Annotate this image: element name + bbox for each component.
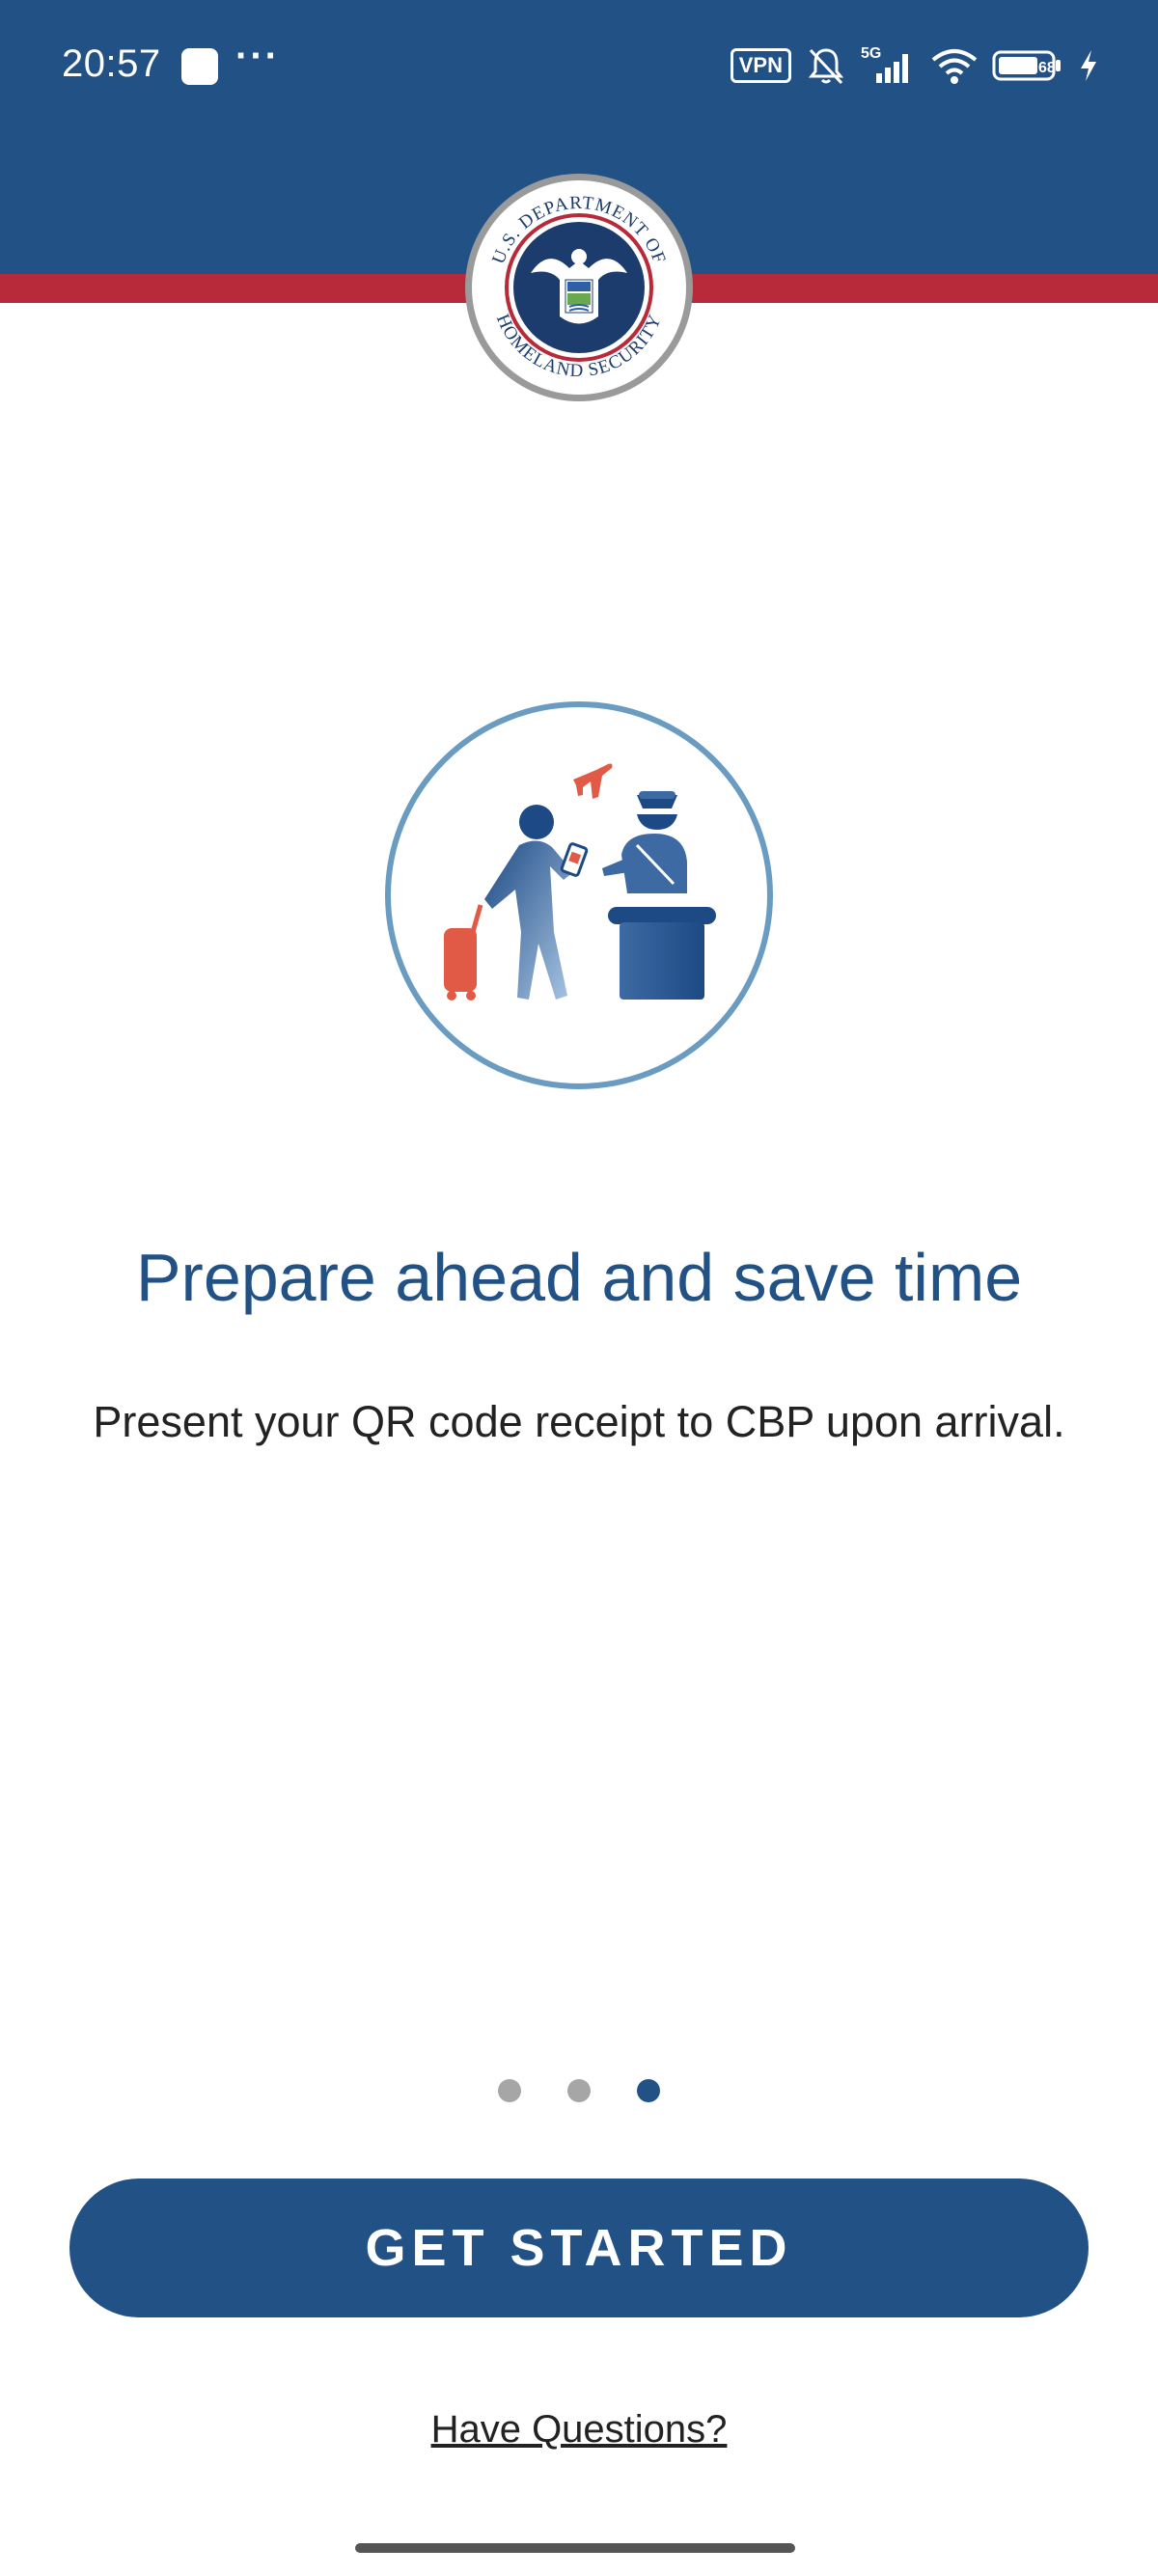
page-indicator xyxy=(0,2079,1158,2102)
onboarding-screen: 20:57 ··· VPN 5G 68 U.S. DEPARTMENT OF H… xyxy=(0,0,1158,2576)
page-dot-1[interactable] xyxy=(498,2079,521,2102)
dhs-seal-logo: U.S. DEPARTMENT OF HOMELAND SECURITY xyxy=(463,172,695,403)
more-notifications-icon: ··· xyxy=(235,35,280,77)
get-started-button[interactable]: GET STARTED xyxy=(69,2179,1089,2317)
charging-icon xyxy=(1077,44,1100,87)
battery-level-label: 68 xyxy=(1038,60,1056,76)
wifi-icon xyxy=(930,44,979,87)
mute-bell-icon xyxy=(805,44,847,87)
onboarding-description: Present your QR code receipt to CBP upon… xyxy=(93,1397,1065,1446)
traveler-presenting-phone-to-officer-icon xyxy=(384,700,774,1090)
onboarding-headline: Prepare ahead and save time xyxy=(135,1240,1023,1315)
home-indicator[interactable] xyxy=(355,2543,795,2553)
vpn-icon: VPN xyxy=(730,48,791,83)
status-time: 20:57 xyxy=(62,42,161,85)
network-type-label: 5G xyxy=(861,45,881,62)
page-dot-2[interactable] xyxy=(567,2079,591,2102)
have-questions-link[interactable]: Have Questions? xyxy=(0,2408,1158,2452)
app-notification-icon xyxy=(181,48,218,85)
battery-icon: 68 xyxy=(992,44,1063,87)
status-icons: VPN 5G 68 xyxy=(730,42,1100,89)
status-bar: 20:57 ··· VPN 5G 68 xyxy=(0,0,1158,131)
page-dot-3-active[interactable] xyxy=(637,2079,660,2102)
signal-icon: 5G xyxy=(861,44,917,87)
